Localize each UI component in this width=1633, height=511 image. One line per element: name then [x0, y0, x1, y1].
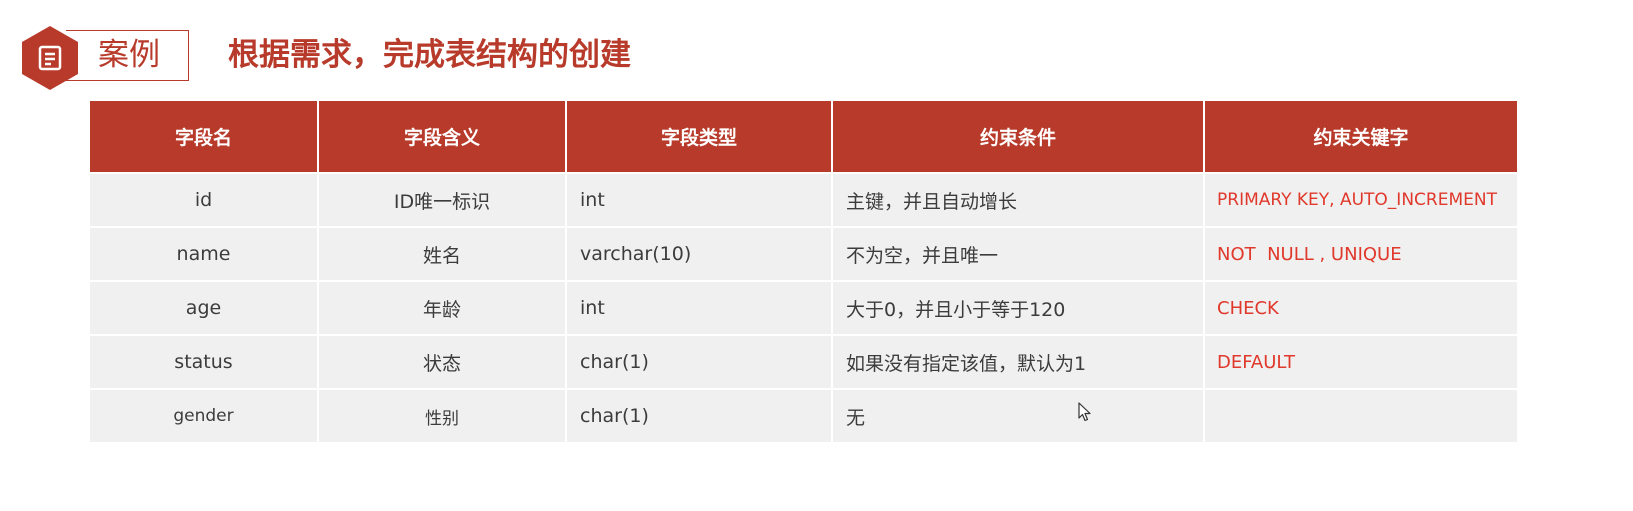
cell-constraint: 主键，并且自动增长 [833, 172, 1205, 226]
table-header-row: 字段名 字段含义 字段类型 约束条件 约束关键字 [90, 101, 1517, 172]
mouse-pointer-icon [1078, 402, 1092, 426]
slide-title: 根据需求，完成表结构的创建 [228, 37, 631, 73]
cell-field-meaning: ID唯一标识 [319, 172, 567, 226]
column-header-field-type: 字段类型 [567, 101, 833, 172]
table-row: gender 性别 char(1) 无 [90, 388, 1517, 442]
cell-constraint: 大于0，并且小于等于120 [833, 280, 1205, 334]
slide: 案例 根据需求，完成表结构的创建 字段名 字段含义 字段类型 约束条件 约束关键… [0, 0, 1633, 511]
section-tag: 案例 [98, 37, 160, 73]
cell-field-meaning: 状态 [319, 334, 567, 388]
cell-field-name: gender [90, 388, 319, 442]
column-header-field-meaning: 字段含义 [319, 101, 567, 172]
field-table: 字段名 字段含义 字段类型 约束条件 约束关键字 id ID唯一标识 int 主… [90, 101, 1517, 442]
table-row: id ID唯一标识 int 主键，并且自动增长 PRIMARY KEY, AUT… [90, 172, 1517, 226]
cell-field-name: status [90, 334, 319, 388]
cell-field-name: age [90, 280, 319, 334]
table-row: age 年龄 int 大于0，并且小于等于120 CHECK [90, 280, 1517, 334]
cell-field-type: int [567, 172, 833, 226]
cell-constraint-keyword: CHECK [1205, 280, 1517, 334]
cell-field-name: id [90, 172, 319, 226]
column-header-field-name: 字段名 [90, 101, 319, 172]
cell-constraint: 如果没有指定该值，默认为1 [833, 334, 1205, 388]
cell-constraint: 无 [833, 388, 1205, 442]
cell-constraint-keyword [1205, 388, 1517, 442]
column-header-constraint: 约束条件 [833, 101, 1205, 172]
cell-field-meaning: 姓名 [319, 226, 567, 280]
cell-field-meaning: 年龄 [319, 280, 567, 334]
table-row: status 状态 char(1) 如果没有指定该值，默认为1 DEFAULT [90, 334, 1517, 388]
cell-field-type: varchar(10) [567, 226, 833, 280]
cell-constraint-keyword: NOT NULL , UNIQUE [1205, 226, 1517, 280]
cell-field-type: char(1) [567, 388, 833, 442]
table-row: name 姓名 varchar(10) 不为空，并且唯一 NOT NULL , … [90, 226, 1517, 280]
cell-field-meaning: 性别 [319, 388, 567, 442]
column-header-constraint-keyword: 约束关键字 [1205, 101, 1517, 172]
cell-constraint-keyword: DEFAULT [1205, 334, 1517, 388]
cell-field-name: name [90, 226, 319, 280]
cell-constraint-keyword: PRIMARY KEY, AUTO_INCREMENT [1205, 172, 1517, 226]
cell-field-type: char(1) [567, 334, 833, 388]
cell-field-type: int [567, 280, 833, 334]
cell-constraint: 不为空，并且唯一 [833, 226, 1205, 280]
